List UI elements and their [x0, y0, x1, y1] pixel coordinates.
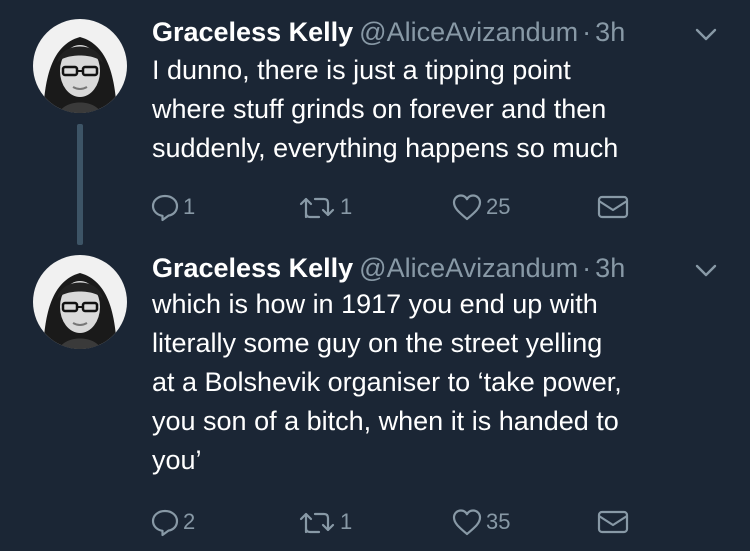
- reply-count: 1: [183, 194, 196, 219]
- avatar[interactable]: [33, 255, 127, 349]
- tweet-text-line: suddenly, everything happens so much: [152, 133, 619, 163]
- tweet-text-line: you son of a bitch, when it is handed to: [152, 406, 619, 436]
- envelope-icon: [596, 193, 630, 221]
- tweet-text-line: I dunno, there is just a tipping point: [152, 55, 571, 85]
- reply-icon: [150, 192, 180, 222]
- tweet-text: which is how in 1917 you end up with lit…: [152, 285, 737, 480]
- like-button[interactable]: 25: [451, 189, 510, 225]
- like-button[interactable]: 35: [451, 504, 510, 540]
- timestamp[interactable]: 3h: [595, 17, 625, 47]
- tweet-actions: 2 1 35: [150, 504, 650, 540]
- direct-message-button[interactable]: [596, 504, 630, 540]
- display-name[interactable]: Graceless Kelly: [152, 253, 353, 283]
- direct-message-button[interactable]: [596, 189, 630, 225]
- heart-icon: [451, 192, 483, 222]
- retweet-icon: [297, 192, 337, 222]
- user-handle[interactable]: @AliceAvizandum: [359, 17, 578, 47]
- tweet-text-line: literally some guy on the street yelling: [152, 328, 603, 358]
- separator: ·: [582, 17, 592, 47]
- tweet-text-line: at a Bolshevik organiser to ‘take power,: [152, 367, 622, 397]
- chevron-down-icon[interactable]: [695, 264, 717, 278]
- tweet-text-line: you’: [152, 445, 202, 475]
- reply-count: 2: [183, 509, 196, 534]
- tweet-text-line: which is how in 1917 you end up with: [152, 289, 598, 319]
- tweet-text-line: where stuff grinds on forever and then: [152, 94, 607, 124]
- reply-icon: [150, 507, 180, 537]
- envelope-icon: [596, 508, 630, 536]
- like-count: 35: [486, 509, 511, 534]
- display-name[interactable]: Graceless Kelly: [152, 17, 353, 47]
- like-count: 25: [486, 194, 511, 219]
- retweet-icon: [297, 507, 337, 537]
- retweet-button[interactable]: 1: [297, 504, 352, 540]
- retweet-count: 1: [340, 509, 353, 534]
- avatar[interactable]: [33, 19, 127, 113]
- retweet-count: 1: [340, 194, 353, 219]
- thread-connector: [77, 124, 83, 245]
- tweet-actions: 1 1 25: [150, 189, 650, 225]
- tweet-header: Graceless Kelly @AliceAvizandum · 3h: [152, 15, 625, 49]
- tweet-header: Graceless Kelly @AliceAvizandum · 3h: [152, 251, 625, 285]
- tweet-text: I dunno, there is just a tipping point w…: [152, 51, 737, 168]
- reply-button[interactable]: 1: [150, 189, 195, 225]
- tweet-thread: Graceless Kelly @AliceAvizandum · 3h I dunn…: [0, 0, 750, 551]
- user-handle[interactable]: @AliceAvizandum: [359, 253, 578, 283]
- timestamp[interactable]: 3h: [595, 253, 625, 283]
- chevron-down-icon[interactable]: [695, 28, 717, 42]
- tweet[interactable]: Graceless Kelly @AliceAvizandum · 3h I dunn…: [0, 0, 750, 250]
- reply-button[interactable]: 2: [150, 504, 195, 540]
- separator: ·: [582, 253, 592, 283]
- heart-icon: [451, 507, 483, 537]
- tweet[interactable]: Graceless Kelly @AliceAvizandum · 3h which …: [0, 250, 750, 551]
- retweet-button[interactable]: 1: [297, 189, 352, 225]
